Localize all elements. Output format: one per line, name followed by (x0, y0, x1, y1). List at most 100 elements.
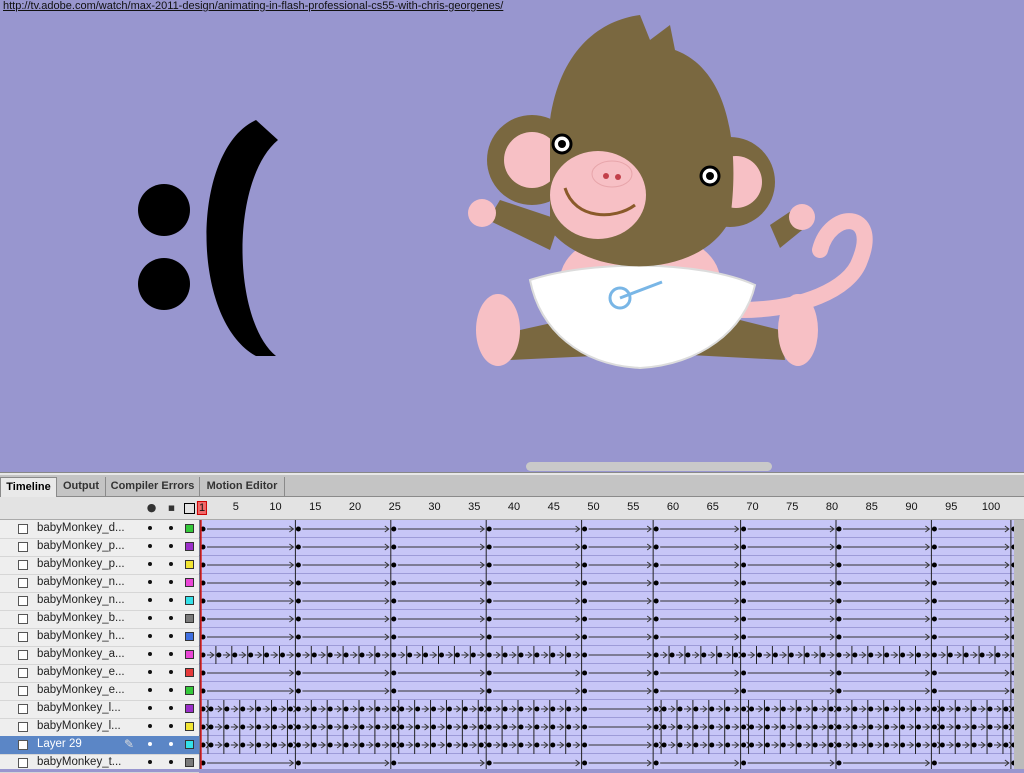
stage-horizontal-scrollbar[interactable] (526, 462, 772, 471)
keyframe-dot (900, 742, 906, 748)
visibility-toggle[interactable] (148, 634, 152, 638)
lock-toggle[interactable] (169, 562, 173, 566)
keyframe-dot (653, 544, 659, 550)
layer-color-swatch[interactable] (185, 578, 194, 587)
layer-name[interactable]: babyMonkey_h... (37, 630, 125, 642)
keyframe-dot (796, 706, 802, 712)
visibility-toggle[interactable] (148, 652, 152, 656)
source-url[interactable]: http://tv.adobe.com/watch/max-2011-desig… (3, 0, 503, 12)
ruler-label-100: 100 (981, 501, 1001, 513)
visibility-toggle[interactable] (148, 706, 152, 710)
layer-name[interactable]: babyMonkey_d... (37, 522, 125, 534)
keyframe-dot (462, 706, 468, 712)
lock-toggle[interactable] (169, 580, 173, 584)
layer-color-swatch[interactable] (185, 542, 194, 551)
layer-name[interactable]: babyMonkey_b... (37, 612, 125, 624)
layer-row[interactable]: babyMonkey_t... (0, 754, 199, 773)
keyframe-dot (216, 652, 222, 658)
keyframe-dot (741, 562, 747, 568)
layer-name[interactable]: babyMonkey_p... (37, 558, 125, 570)
lock-toggle[interactable] (169, 634, 173, 638)
layer-color-swatch[interactable] (185, 758, 194, 767)
visibility-toggle[interactable] (148, 598, 152, 602)
layer-row[interactable]: babyMonkey_l... (0, 718, 199, 737)
layer-color-swatch[interactable] (185, 686, 194, 695)
visibility-toggle[interactable] (148, 760, 152, 764)
layer-row[interactable]: babyMonkey_p... (0, 538, 199, 557)
lock-toggle[interactable] (169, 598, 173, 602)
tab-output[interactable]: Output (57, 477, 106, 496)
layer-color-swatch[interactable] (185, 632, 194, 641)
keyframe-dot (582, 598, 588, 604)
frame-grid[interactable] (199, 520, 1014, 769)
visibility-toggle[interactable] (148, 724, 152, 728)
visibility-toggle[interactable] (148, 616, 152, 620)
layer-row[interactable]: babyMonkey_p... (0, 556, 199, 575)
lock-icon[interactable]: ▪ (166, 502, 177, 513)
keyframe-dot (709, 724, 715, 730)
layer-row[interactable]: babyMonkey_e... (0, 682, 199, 701)
layer-name[interactable]: babyMonkey_l... (37, 702, 121, 714)
layer-color-swatch[interactable] (185, 668, 194, 677)
layer-row[interactable]: babyMonkey_e... (0, 664, 199, 683)
layer-name[interactable]: babyMonkey_l... (37, 720, 121, 732)
layer-row[interactable]: babyMonkey_b... (0, 610, 199, 629)
layer-name[interactable]: babyMonkey_n... (37, 594, 125, 606)
layer-row[interactable]: Layer 29 ✎ (0, 736, 199, 755)
lock-toggle[interactable] (169, 706, 173, 710)
visibility-toggle[interactable] (148, 562, 152, 566)
layer-color-swatch[interactable] (185, 524, 194, 533)
layer-color-swatch[interactable] (185, 614, 194, 623)
keyframe-dot (431, 724, 437, 730)
layer-name[interactable]: babyMonkey_e... (37, 684, 125, 696)
visibility-toggle[interactable] (148, 688, 152, 692)
keyframe-dot (454, 652, 460, 658)
layer-color-swatch[interactable] (185, 650, 194, 659)
layer-color-swatch[interactable] (185, 704, 194, 713)
layer-name[interactable]: babyMonkey_n... (37, 576, 125, 588)
lock-toggle[interactable] (169, 670, 173, 674)
layer-color-swatch[interactable] (185, 596, 194, 605)
layer-row[interactable]: babyMonkey_a... (0, 646, 199, 665)
lock-toggle[interactable] (169, 652, 173, 656)
lock-toggle[interactable] (169, 544, 173, 548)
outline-icon[interactable] (184, 503, 195, 514)
lock-toggle[interactable] (169, 688, 173, 692)
layer-name[interactable]: babyMonkey_p... (37, 540, 125, 552)
tab-motion-editor[interactable]: Motion Editor (200, 477, 285, 496)
lock-toggle[interactable] (169, 616, 173, 620)
layer-color-swatch[interactable] (185, 740, 194, 749)
lock-toggle[interactable] (169, 742, 173, 746)
visibility-toggle[interactable] (148, 526, 152, 530)
layer-name[interactable]: babyMonkey_e... (37, 666, 125, 678)
visibility-toggle[interactable] (148, 580, 152, 584)
keyframe-dot (287, 706, 293, 712)
layer-name[interactable]: Layer 29 (37, 738, 82, 750)
tab-compiler-errors[interactable]: Compiler Errors (106, 477, 200, 496)
visibility-toggle[interactable] (148, 742, 152, 746)
layer-row[interactable]: babyMonkey_n... (0, 592, 199, 611)
keyframe-dot (709, 742, 715, 748)
layer-row[interactable]: babyMonkey_l... (0, 700, 199, 719)
lock-toggle[interactable] (169, 760, 173, 764)
tab-timeline[interactable]: Timeline (0, 477, 57, 498)
keyframe-dot (415, 706, 421, 712)
layer-row[interactable]: babyMonkey_h... (0, 628, 199, 647)
keyframe-dot (852, 742, 858, 748)
layer-row[interactable]: babyMonkey_n... (0, 574, 199, 593)
lock-toggle[interactable] (169, 724, 173, 728)
lock-toggle[interactable] (169, 526, 173, 530)
timeline-vertical-scrollbar[interactable] (1014, 520, 1024, 769)
layer-name[interactable]: babyMonkey_t... (37, 756, 121, 768)
layer-row[interactable]: babyMonkey_d... (0, 520, 199, 539)
visibility-toggle[interactable] (148, 544, 152, 548)
layer-name[interactable]: babyMonkey_a... (37, 648, 125, 660)
eye-icon[interactable]: ● (146, 502, 157, 513)
layer-color-swatch[interactable] (185, 722, 194, 731)
frame-ruler[interactable]: 1 5 10 15 20 25 30 35 40 45 50 55 60 65 70 75 80 85 90 95 10… (196, 497, 1021, 519)
keyframe-dot (550, 742, 556, 748)
visibility-toggle[interactable] (148, 670, 152, 674)
keyframe-dot (224, 742, 230, 748)
keyframe-dot (916, 724, 921, 730)
layer-color-swatch[interactable] (185, 560, 194, 569)
